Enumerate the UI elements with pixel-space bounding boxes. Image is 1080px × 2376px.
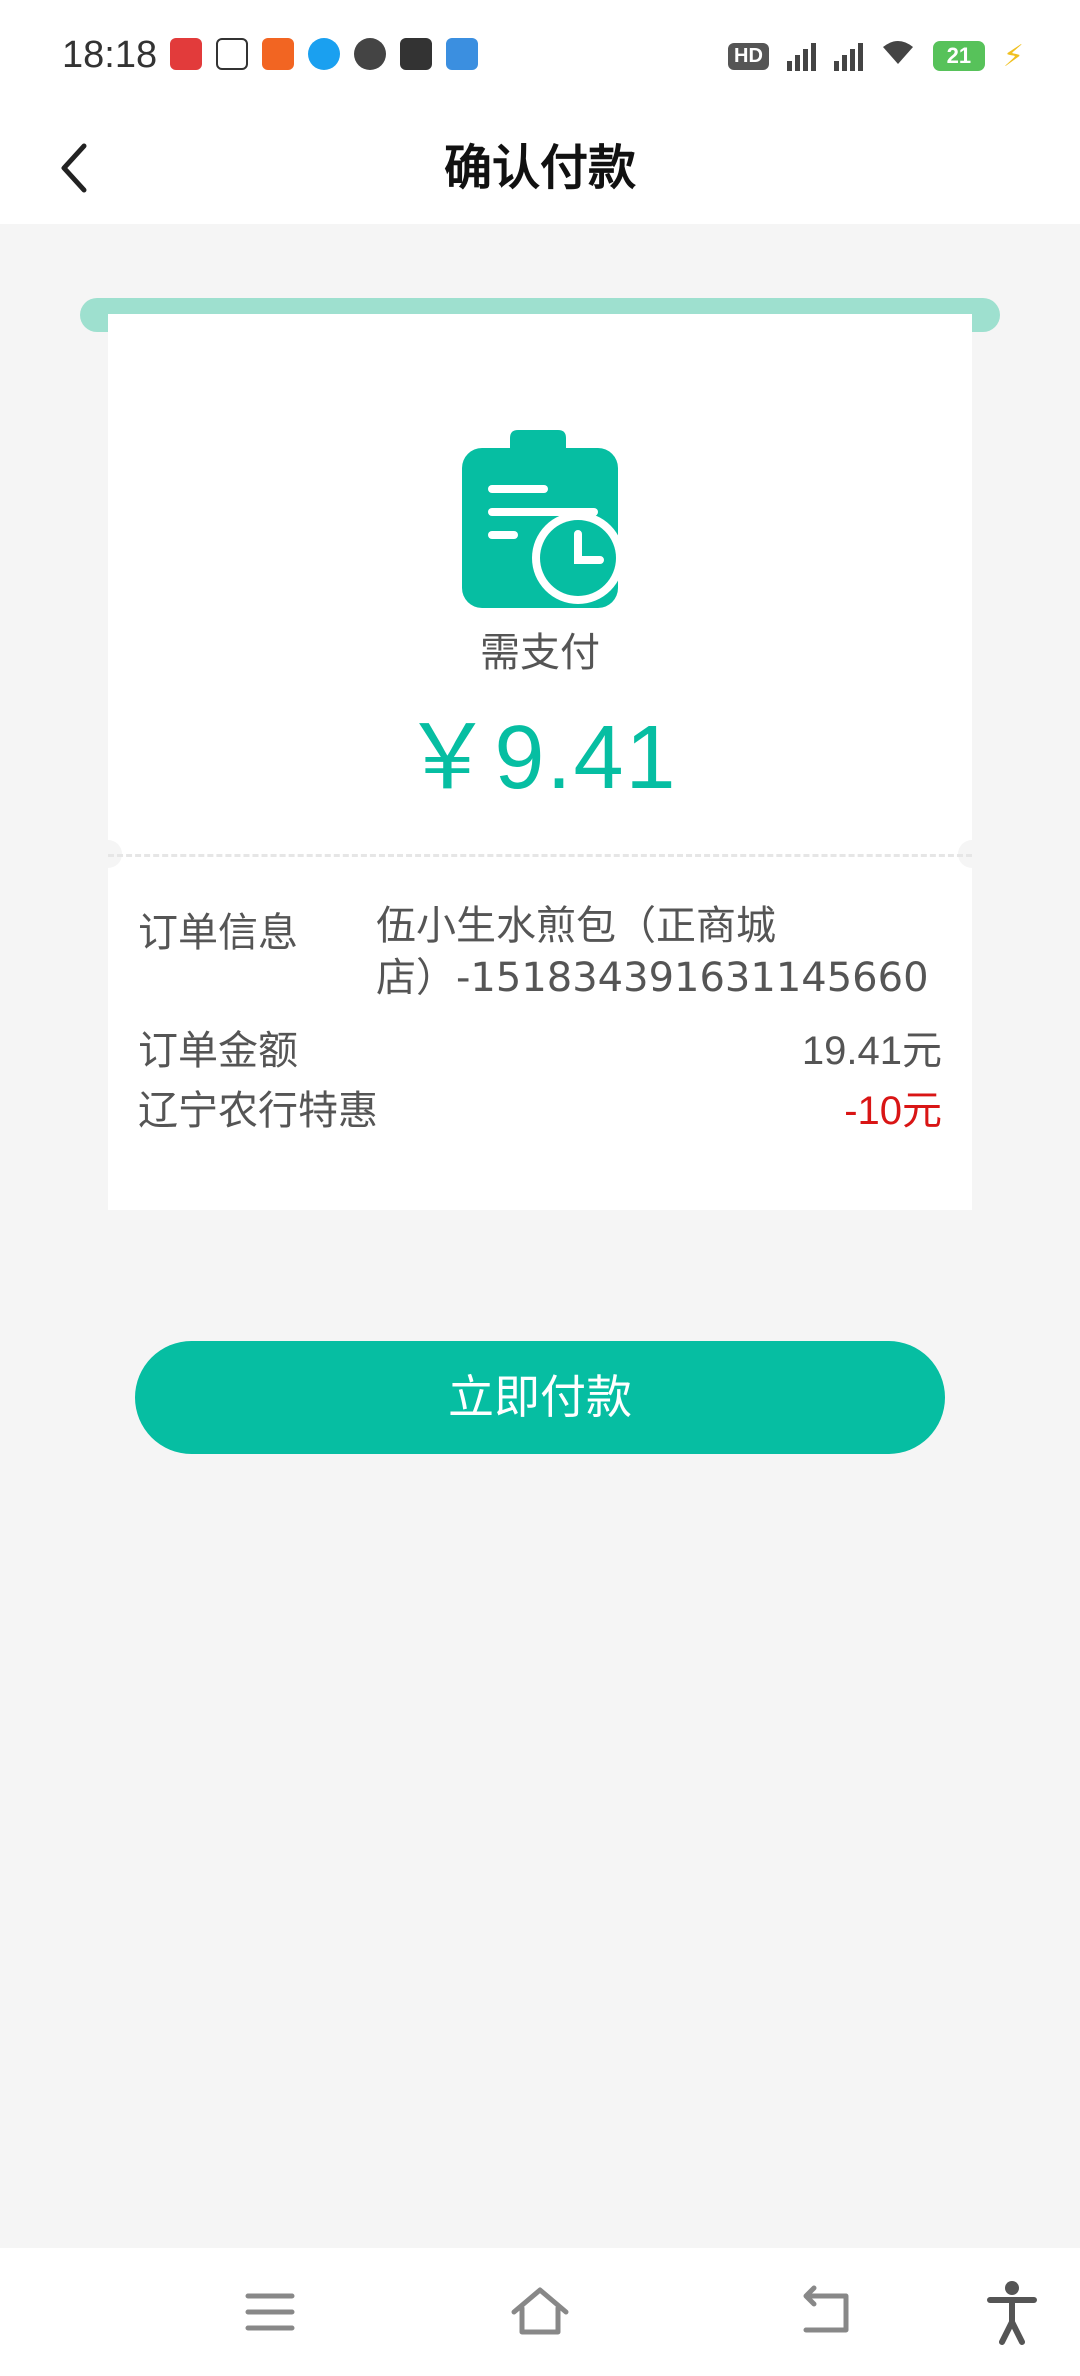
order-amount-value: 19.41元 xyxy=(801,1029,942,1073)
battery-icon: 21 xyxy=(932,41,985,71)
discount-label: 辽宁农行特惠 xyxy=(138,1088,378,1134)
accessibility-button[interactable] xyxy=(972,2272,1052,2352)
wifi-icon xyxy=(881,38,915,74)
page-title: 确认付款 xyxy=(443,140,636,196)
qq-app-icon xyxy=(308,38,340,70)
pay-label: 需支付 xyxy=(480,630,600,676)
message-app-icon xyxy=(354,38,386,70)
pending-payment-icon xyxy=(462,430,624,608)
order-info-label: 订单信息 xyxy=(138,910,298,956)
system-nav-bar xyxy=(0,2248,1080,2376)
order-info-value: 伍小生水煎包（正商城店）-1518343916311456​60 xyxy=(376,903,929,1001)
payment-amount: ￥9.41 xyxy=(402,708,678,808)
discount-row: 辽宁农行特惠 -10元 xyxy=(138,1078,942,1134)
pay-now-button[interactable]: 立即付款 xyxy=(135,1341,945,1454)
hd-voice-icon: HD xyxy=(728,42,769,70)
order-amount-label: 订单金额 xyxy=(138,1028,298,1074)
home-button[interactable] xyxy=(500,2272,580,2352)
back-nav-button[interactable] xyxy=(786,2272,866,2352)
bank-app-icon xyxy=(446,38,478,70)
taobao-app-icon xyxy=(262,38,294,70)
discount-value: -10元 xyxy=(844,1089,942,1133)
alipay-app-icon xyxy=(216,38,248,70)
notification-icons xyxy=(170,38,478,70)
menu-icon xyxy=(245,2293,295,2331)
top-app-bar: 确认付款 xyxy=(0,112,1080,224)
payment-card: 需支付 ￥9.41 订单信息 伍小生水煎包（正商城店）-151834391631… xyxy=(94,314,986,1210)
order-info-row: 订单信息 伍小生水煎包（正商城店）-1518343916311456​60 xyxy=(138,900,942,1010)
return-icon xyxy=(803,2285,849,2333)
toutiao-app-icon xyxy=(170,38,202,70)
status-time: 18:18 xyxy=(62,34,158,76)
mail-app-icon xyxy=(400,38,432,70)
order-amount-row: 订单金额 19.41元 xyxy=(138,1018,942,1074)
signal-e-icon xyxy=(786,41,816,71)
menu-button[interactable] xyxy=(230,2272,310,2352)
charging-icon: ⚡ xyxy=(1002,38,1024,74)
signal-5g-icon xyxy=(833,41,863,71)
status-bar: 18:18 HD 21 ⚡ xyxy=(0,0,1080,112)
system-status-icons: HD 21 ⚡ xyxy=(728,38,1024,74)
accessibility-icon xyxy=(987,2281,1037,2345)
home-icon xyxy=(511,2287,569,2335)
dashed-divider xyxy=(108,854,972,857)
